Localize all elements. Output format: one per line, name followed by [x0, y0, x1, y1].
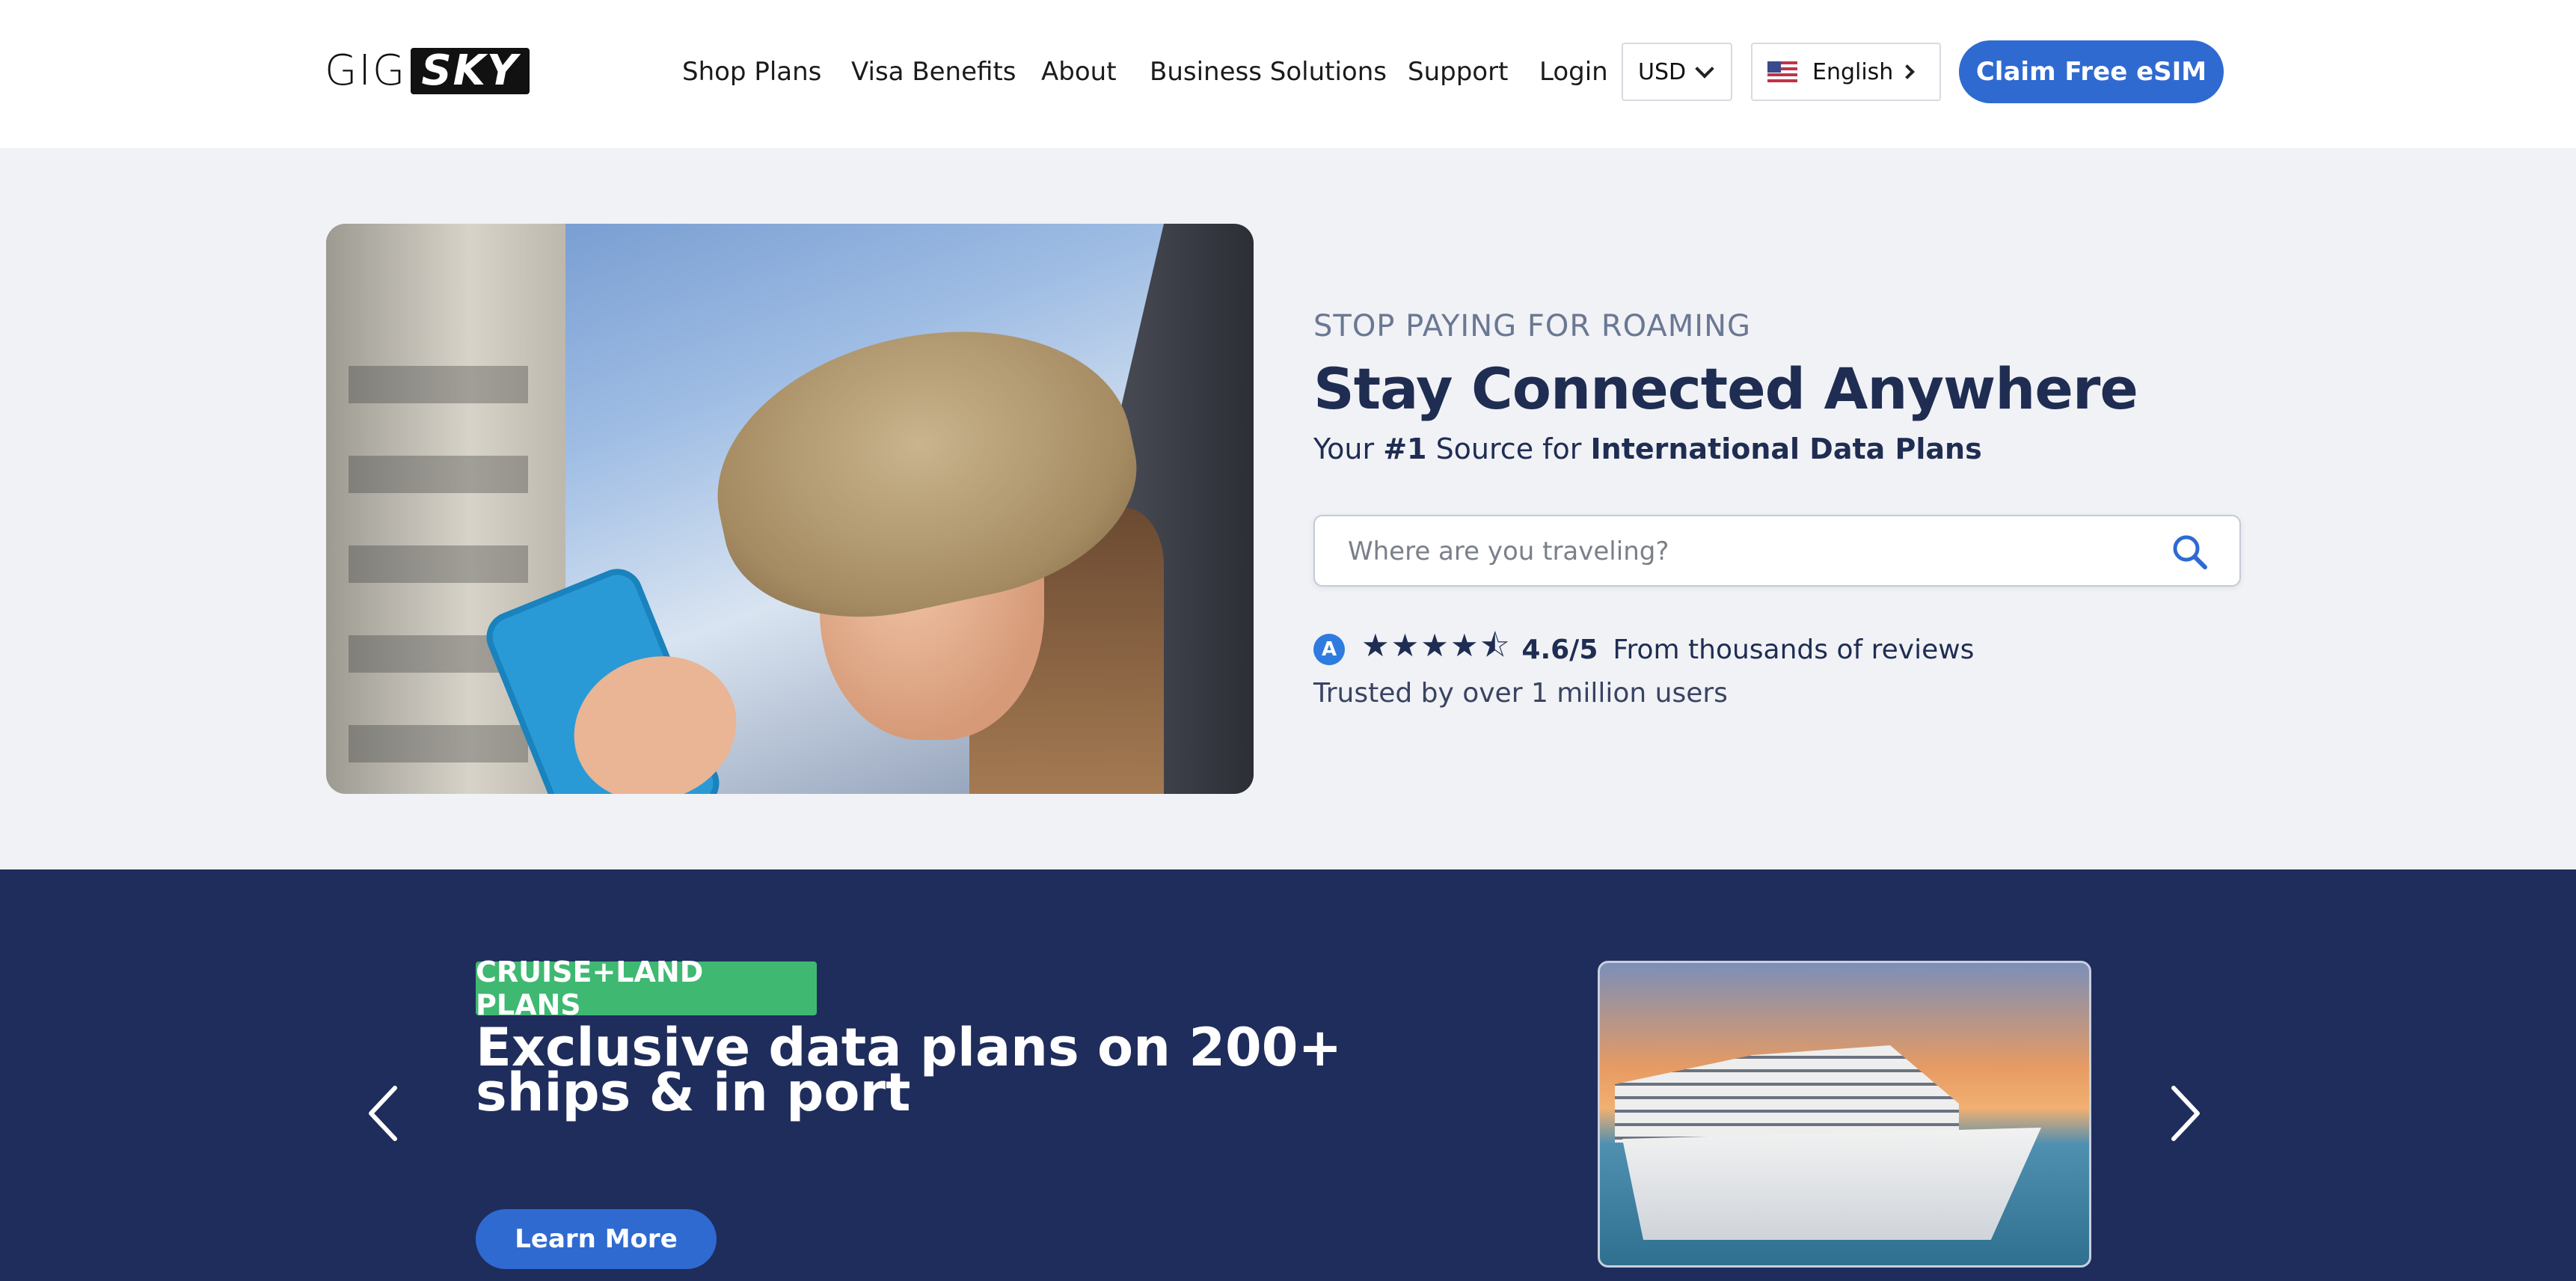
currency-selector[interactable]: USD — [1622, 43, 1732, 101]
hero-subtitle: Your #1 Source for International Data Pl… — [1313, 428, 1982, 470]
destination-search — [1313, 515, 2241, 587]
claim-free-esim-button[interactable]: Claim Free eSIM — [1959, 40, 2224, 103]
nav-link-login[interactable]: Login — [1539, 52, 1608, 91]
hero-sub-mid: Source for — [1426, 432, 1591, 465]
rating-stars-icon: ★★★★⯪ — [1361, 626, 1512, 664]
app-rating: ★★★★⯪ 4.6/5 From thousands of reviews — [1313, 627, 1975, 670]
nav-link-visa-benefits[interactable]: Visa Benefits — [851, 52, 1016, 91]
carousel-next-arrow-icon[interactable] — [2165, 1083, 2204, 1143]
logo-sky-text: SKY — [411, 48, 530, 94]
hero-title: Stay Connected Anywhere — [1313, 355, 2138, 422]
nav-link-about[interactable]: About — [1041, 52, 1117, 91]
cruise-ship-image — [1598, 961, 2091, 1268]
nav-link-business-solutions[interactable]: Business Solutions — [1150, 52, 1387, 91]
hero-eyebrow: STOP PAYING FOR ROAMING — [1313, 309, 1751, 343]
learn-more-button[interactable]: Learn More — [476, 1209, 717, 1269]
trusted-users-text: Trusted by over 1 million users — [1313, 678, 1728, 709]
chevron-down-icon — [1695, 59, 1714, 79]
chevron-right-icon — [1900, 64, 1915, 79]
promo-title: Exclusive data plans on 200+ ships & in … — [476, 1017, 1343, 1123]
us-flag-icon — [1767, 61, 1797, 82]
language-selector[interactable]: English — [1751, 43, 1941, 101]
hero-image-traveler-with-phone — [326, 224, 1254, 794]
hero-section — [0, 148, 2576, 869]
carousel-prev-arrow-icon[interactable] — [365, 1083, 404, 1143]
gigsky-logo[interactable]: GIG SKY — [325, 46, 561, 96]
hero-sub-prefix: Your — [1313, 432, 1384, 465]
destination-search-input[interactable] — [1348, 533, 2141, 570]
app-store-icon — [1313, 634, 1345, 665]
rating-score: 4.6/5 — [1521, 634, 1598, 665]
hero-sub-rank: #1 — [1383, 432, 1427, 465]
cruise-land-plans-badge: CRUISE+LAND PLANS — [476, 956, 817, 1021]
rating-reviews-text: From thousands of reviews — [1613, 634, 1975, 665]
logo-gig-text: GIG — [325, 46, 407, 95]
language-value: English — [1812, 58, 1894, 85]
currency-value: USD — [1638, 58, 1687, 85]
hero-sub-strong: International Data Plans — [1590, 432, 1982, 465]
nav-link-shop-plans[interactable]: Shop Plans — [682, 52, 821, 91]
top-navigation: GIG SKY Shop Plans Visa Benefits About B… — [0, 0, 2576, 148]
search-icon[interactable] — [2169, 531, 2211, 573]
nav-link-support[interactable]: Support — [1408, 52, 1508, 91]
